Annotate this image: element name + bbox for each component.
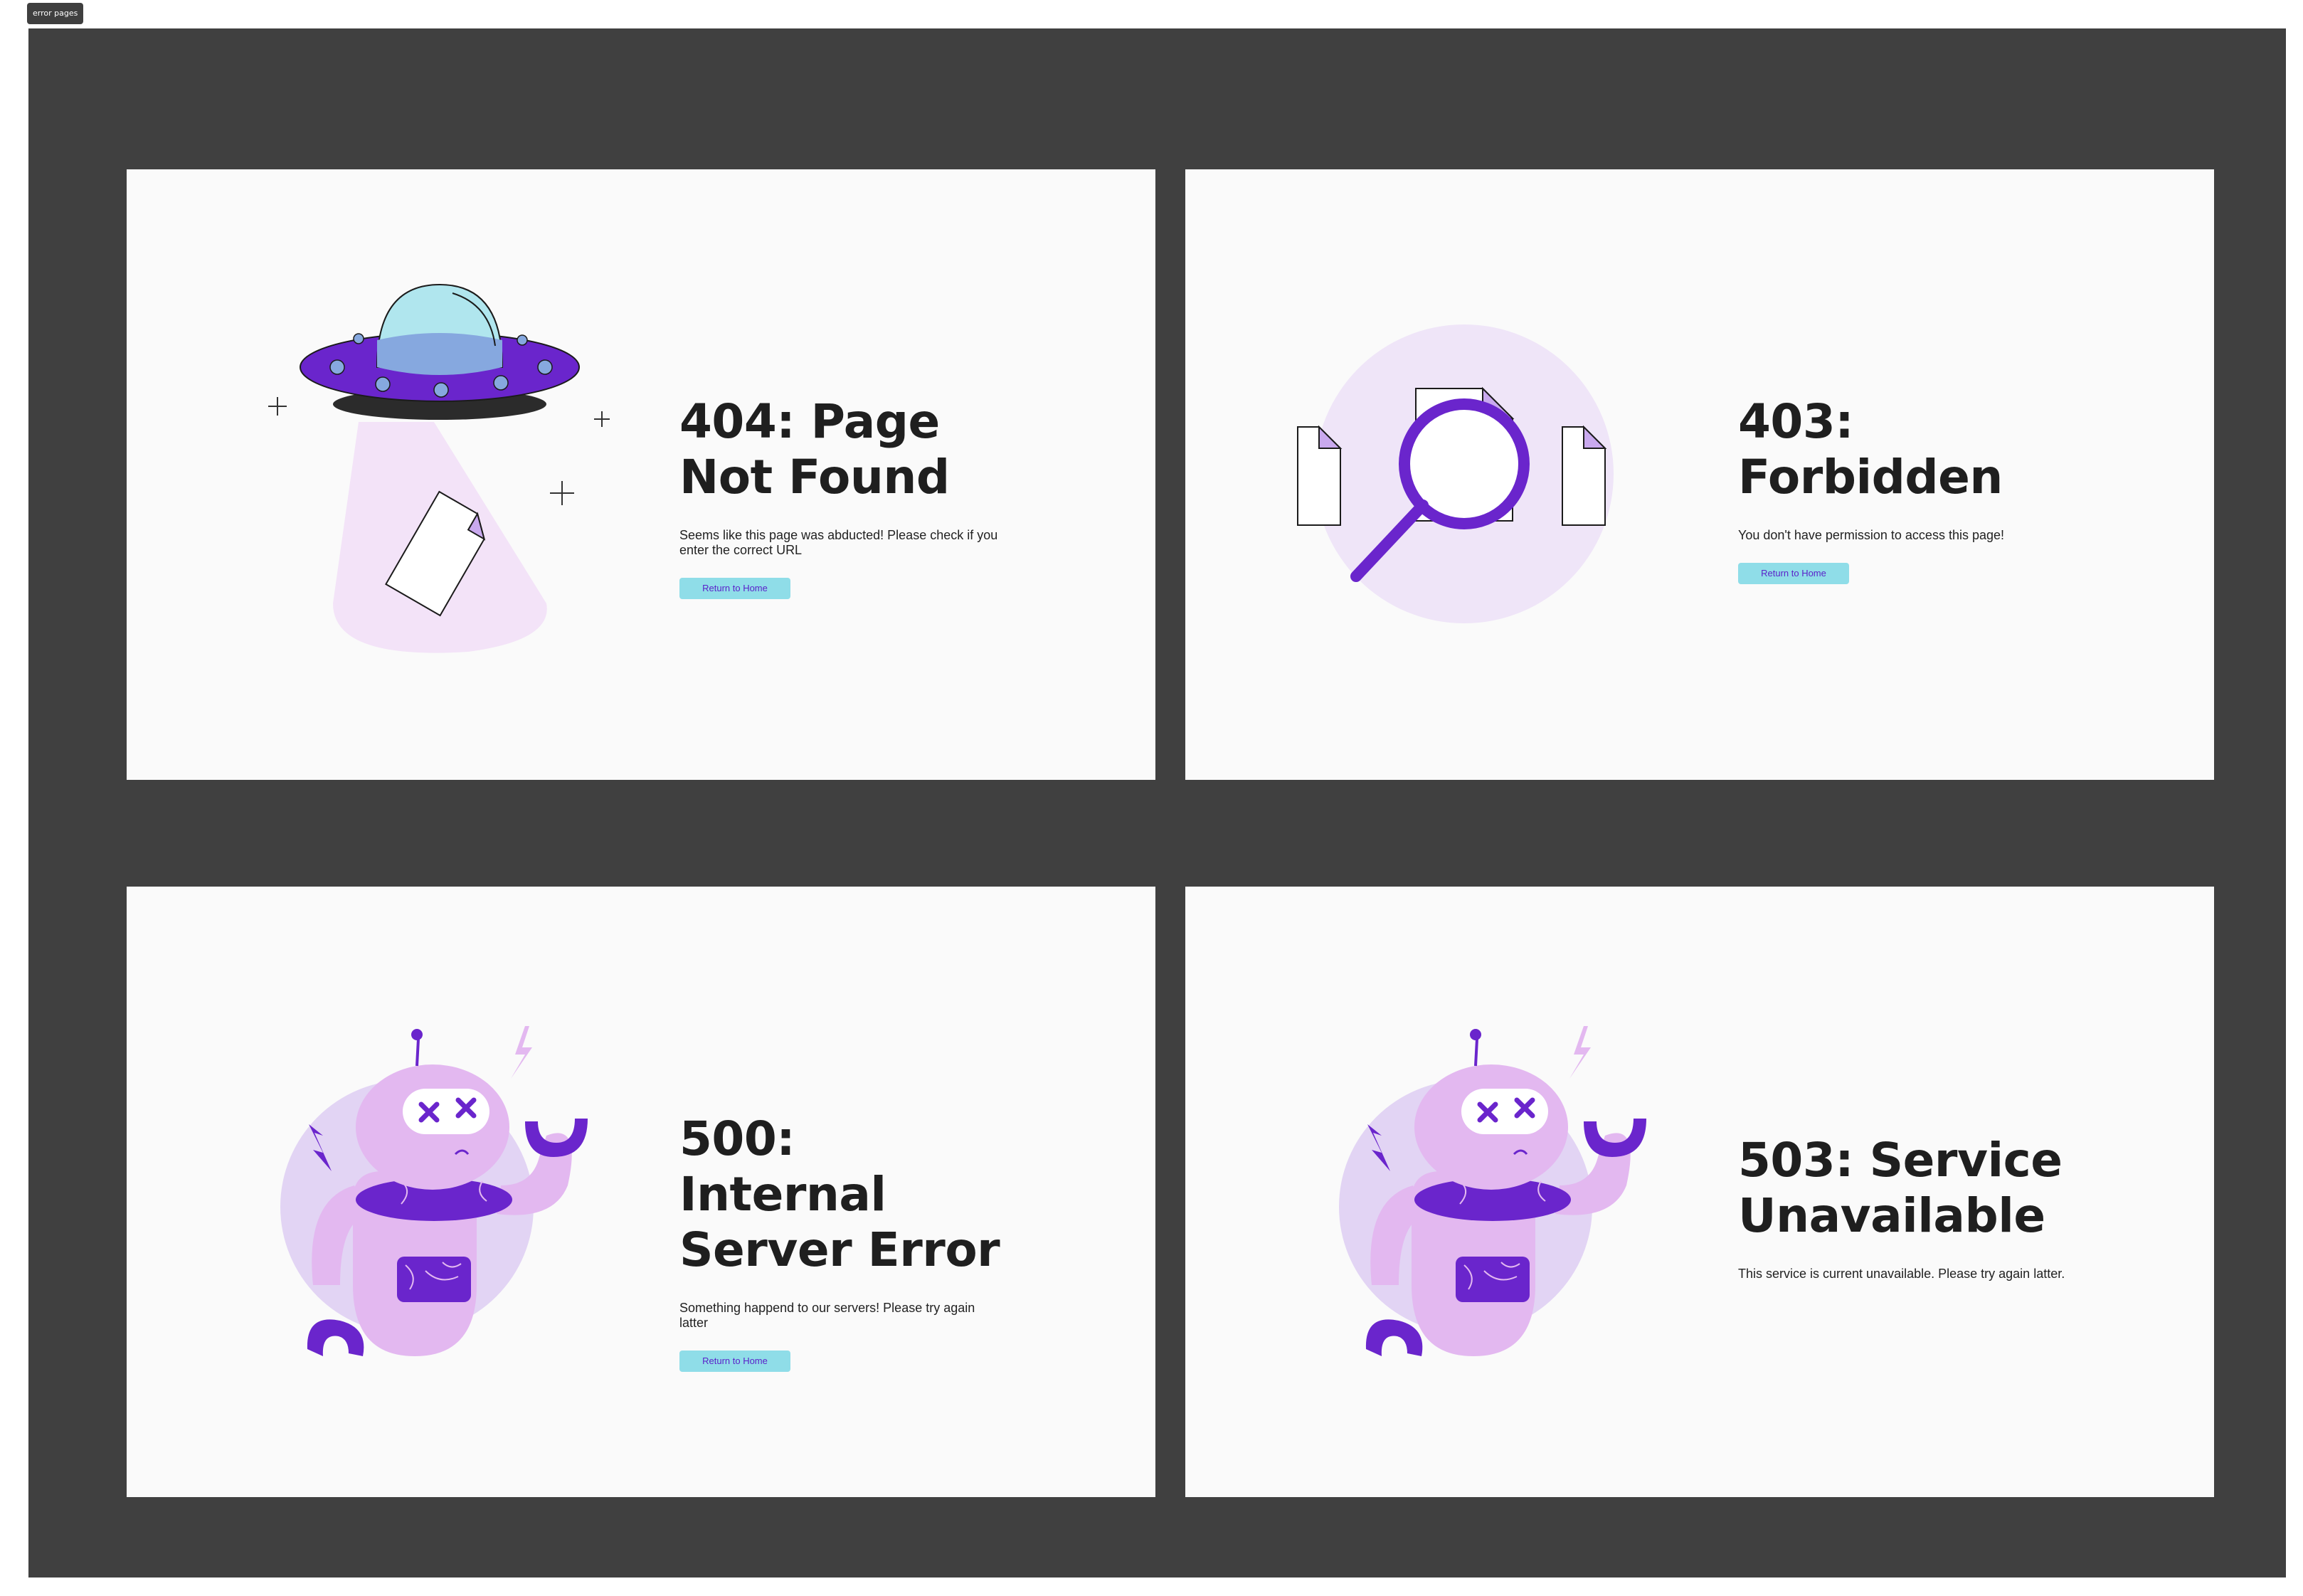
text-block-500: 500: Internal Server Error Something hap…	[679, 1111, 1007, 1372]
card-503: 503: Service Unavailable This service is…	[1185, 887, 2214, 1497]
text-block-403: 403: Forbidden You don't have permission…	[1738, 394, 2065, 584]
return-home-button[interactable]: Return to Home	[1738, 563, 1849, 584]
text-block-503: 503: Service Unavailable This service is…	[1738, 1133, 2065, 1281]
page-description: Something happend to our servers! Please…	[679, 1301, 975, 1330]
robot-visor	[1461, 1089, 1548, 1134]
card-403: 403: Forbidden You don't have permission…	[1185, 169, 2214, 780]
return-home-button[interactable]: Return to Home	[679, 1351, 790, 1372]
document-right	[1562, 425, 1607, 526]
page-title: 403: Forbidden	[1738, 394, 2003, 504]
design-canvas: 404: Page Not Found Seems like this page…	[28, 28, 2286, 1577]
lightning-bolt-right	[1569, 1026, 1591, 1079]
page-description: You don't have permission to access this…	[1738, 528, 2005, 542]
robot-left-claw	[307, 1319, 364, 1356]
robot-left-claw	[1365, 1319, 1423, 1356]
page-title: 404: Page Not Found	[679, 394, 950, 504]
robot-antenna-tip	[1470, 1029, 1481, 1040]
page-title: 500: Internal Server Error	[679, 1111, 1000, 1277]
robot-antenna-tip	[411, 1029, 423, 1040]
frame-label: error pages	[27, 3, 84, 24]
ufo-dome-inner	[377, 333, 502, 375]
robot-antenna	[1474, 1038, 1478, 1067]
text-block-404: 404: Page Not Found Seems like this page…	[679, 394, 1007, 599]
robot-chest-panel	[1456, 1257, 1530, 1302]
robot-visor	[403, 1089, 489, 1134]
return-home-button[interactable]: Return to Home	[679, 578, 790, 599]
robot-chest-panel	[397, 1257, 471, 1302]
document-left	[1297, 425, 1343, 526]
page-description: This service is current unavailable. Ple…	[1738, 1267, 2065, 1281]
card-404: 404: Page Not Found Seems like this page…	[127, 169, 1155, 780]
robot-antenna	[415, 1038, 420, 1067]
page-description: Seems like this page was abducted! Pleas…	[679, 528, 998, 557]
card-500: 500: Internal Server Error Something hap…	[127, 887, 1155, 1497]
lightning-bolt-right	[511, 1026, 532, 1079]
page-title: 503: Service Unavailable	[1738, 1133, 2063, 1243]
